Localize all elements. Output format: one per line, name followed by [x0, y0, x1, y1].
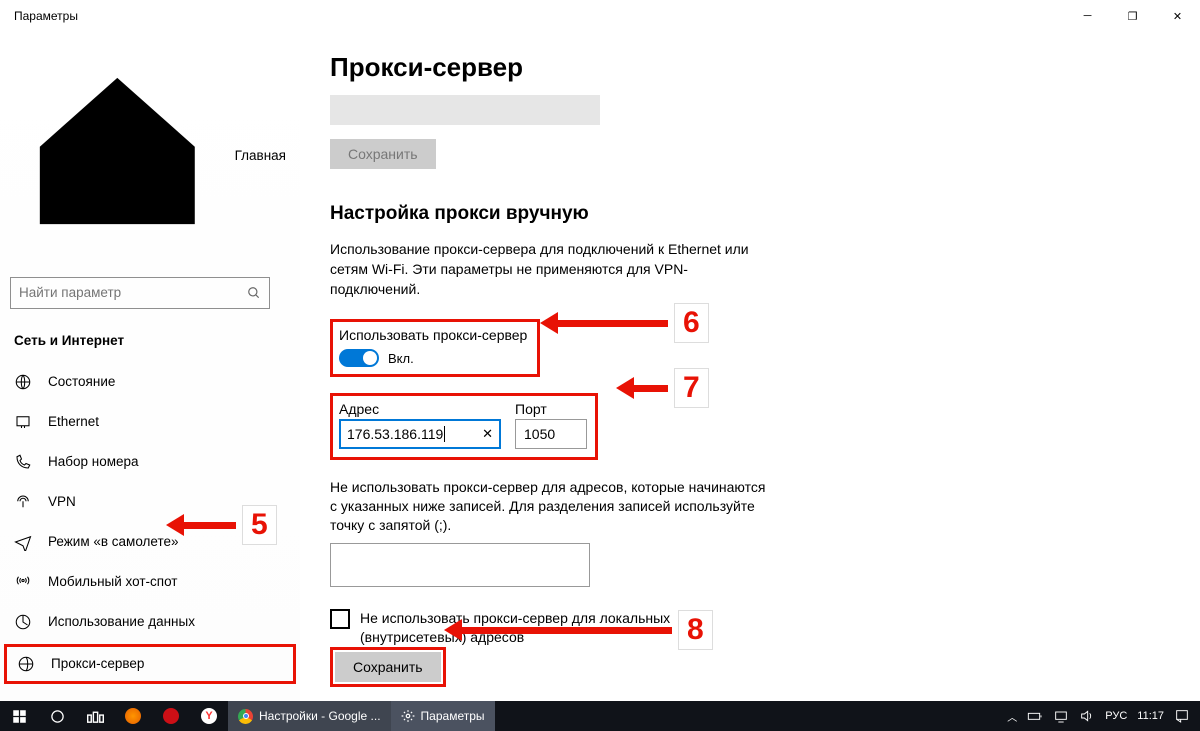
use-proxy-label: Использовать прокси-сервер: [339, 327, 527, 343]
annotation-8: 8: [444, 610, 713, 650]
sound-icon[interactable]: [1079, 708, 1095, 724]
titlebar: Параметры ─ ❐ ✕: [0, 0, 1200, 32]
phone-icon: [14, 453, 32, 471]
firefox-button[interactable]: [114, 701, 152, 731]
nav-label: Использование данных: [48, 614, 195, 629]
window-title: Параметры: [14, 9, 78, 23]
window-controls: ─ ❐ ✕: [1065, 1, 1200, 31]
maximize-button[interactable]: ❐: [1110, 1, 1155, 31]
exclude-desc: Не использовать прокси-сервер для адресо…: [330, 478, 770, 535]
tray-time[interactable]: 11:17: [1137, 710, 1164, 722]
tray-chevron-icon[interactable]: ︿: [1007, 709, 1017, 724]
opera-button[interactable]: [152, 701, 190, 731]
chrome-label: Настройки - Google ...: [259, 709, 381, 723]
nav-label: VPN: [48, 494, 76, 509]
port-value: 1050: [524, 426, 555, 442]
save-button-top[interactable]: Сохранить: [330, 139, 436, 169]
sidebar-item-datausage[interactable]: Использование данных: [0, 602, 300, 642]
toggle-state: Вкл.: [388, 351, 414, 366]
page-title: Прокси-сервер: [330, 52, 1170, 83]
sidebar-item-proxy[interactable]: Прокси-сервер: [4, 644, 296, 684]
search-box[interactable]: [10, 277, 270, 309]
port-input[interactable]: 1050: [515, 419, 587, 449]
system-tray: ︿ РУС 11:17: [1007, 708, 1200, 724]
home-icon: [14, 52, 221, 259]
ethernet-icon: [14, 413, 32, 431]
minimize-button[interactable]: ─: [1065, 1, 1110, 31]
nav-label: Режим «в самолете»: [48, 534, 179, 549]
gear-icon: [401, 709, 415, 723]
taskbar: Y Настройки - Google ... Параметры ︿ РУС…: [0, 701, 1200, 731]
tray-lang[interactable]: РУС: [1105, 710, 1127, 722]
manual-desc: Использование прокси-сервера для подключ…: [330, 239, 770, 299]
search-icon: [247, 286, 261, 300]
home-label: Главная: [235, 148, 286, 163]
use-proxy-toggle[interactable]: [339, 349, 379, 367]
address-port-block: Адрес 176.53.186.119 ✕ Порт 1050: [330, 393, 598, 460]
address-label: Адрес: [339, 401, 501, 417]
annotation-7: 7: [616, 368, 709, 408]
battery-icon[interactable]: [1027, 708, 1043, 724]
sidebar-home[interactable]: Главная: [0, 44, 300, 269]
sidebar-item-ethernet[interactable]: Ethernet: [0, 402, 300, 442]
annotation-5: 5: [166, 505, 277, 545]
search-input[interactable]: [19, 285, 247, 300]
start-button[interactable]: [0, 701, 38, 731]
globe-icon: [14, 373, 32, 391]
yandex-button[interactable]: Y: [190, 701, 228, 731]
address-value: 176.53.186.119: [347, 426, 443, 442]
proxy-icon: [17, 655, 35, 673]
use-proxy-block: Использовать прокси-сервер Вкл.: [330, 319, 540, 377]
nav-label: Набор номера: [48, 454, 139, 469]
text-cursor: [444, 426, 445, 442]
port-label: Порт: [515, 401, 587, 417]
notification-icon[interactable]: [1174, 708, 1190, 724]
nav-label: Мобильный хот-спот: [48, 574, 177, 589]
vpn-icon: [14, 493, 32, 511]
sidebar-item-hotspot[interactable]: Мобильный хот-спот: [0, 562, 300, 602]
network-icon[interactable]: [1053, 708, 1069, 724]
local-checkbox[interactable]: [330, 609, 350, 629]
settings-label: Параметры: [421, 709, 485, 723]
sidebar: Главная Сеть и Интернет Состояние Ethern…: [0, 32, 300, 701]
windows-icon: [12, 709, 27, 724]
nav-label: Ethernet: [48, 414, 99, 429]
data-icon: [14, 613, 32, 631]
cortana-button[interactable]: [38, 701, 76, 731]
category-title: Сеть и Интернет: [0, 327, 300, 362]
chrome-task[interactable]: Настройки - Google ...: [228, 701, 391, 731]
clear-icon[interactable]: ✕: [482, 426, 493, 442]
manual-heading: Настройка прокси вручную: [330, 203, 1170, 225]
sidebar-item-status[interactable]: Состояние: [0, 362, 300, 402]
nav-label: Прокси-сервер: [51, 656, 144, 671]
exclude-input[interactable]: [330, 543, 590, 587]
address-input[interactable]: 176.53.186.119 ✕: [339, 419, 501, 449]
annotation-6: 6: [540, 303, 709, 343]
content-area: Прокси-сервер Сохранить Настройка прокси…: [300, 32, 1200, 701]
airplane-icon: [14, 533, 32, 551]
hotspot-icon: [14, 573, 32, 591]
circle-icon: [50, 709, 65, 724]
taskview-button[interactable]: [76, 701, 114, 731]
settings-task[interactable]: Параметры: [391, 701, 495, 731]
taskview-icon: [87, 709, 104, 724]
save-button-bottom[interactable]: Сохранить: [335, 652, 441, 682]
disabled-input: [330, 95, 600, 125]
close-button[interactable]: ✕: [1155, 1, 1200, 31]
sidebar-item-dialup[interactable]: Набор номера: [0, 442, 300, 482]
nav-label: Состояние: [48, 374, 115, 389]
